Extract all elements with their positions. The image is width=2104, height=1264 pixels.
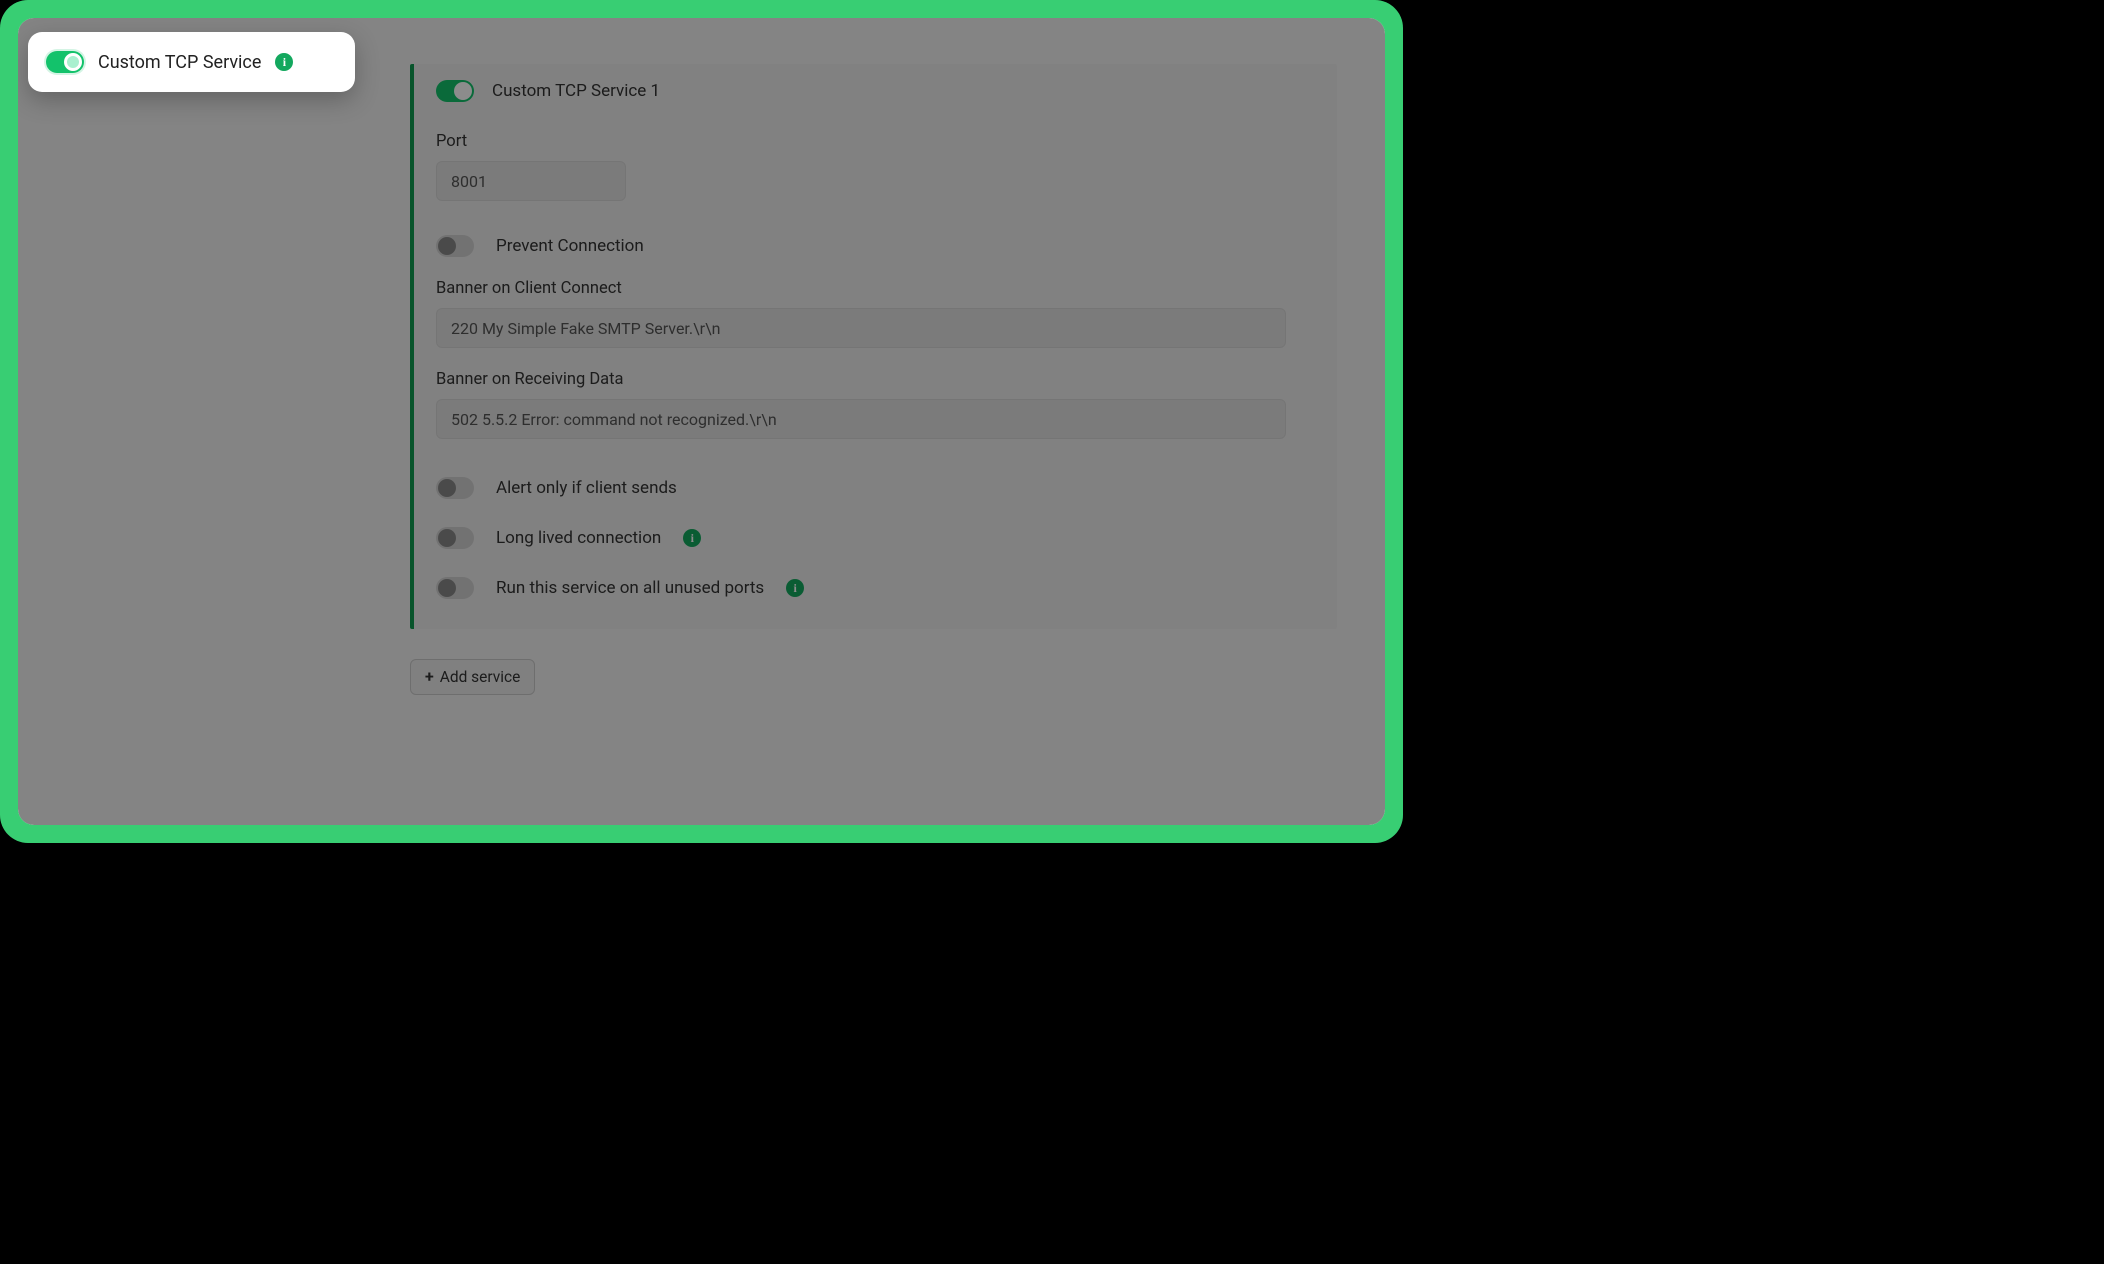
banner-receive-input[interactable]: 502 5.5.2 Error: command not recognized.… [436,399,1286,439]
service-block: Custom TCP Service 1 Port 8001 Prevent C… [410,64,1337,629]
run-all-unused-toggle[interactable] [436,577,474,599]
banner-connect-input[interactable]: 220 My Simple Fake SMTP Server.\r\n [436,308,1286,348]
info-icon[interactable] [275,53,293,71]
custom-tcp-toggle[interactable] [46,51,84,73]
prevent-connection-row: Prevent Connection [436,235,1315,257]
long-lived-label: Long lived connection [496,528,661,548]
add-service-label: Add service [440,668,521,686]
service-header-row: Custom TCP Service 1 [436,80,1315,102]
run-all-unused-row: Run this service on all unused ports [436,577,1315,599]
info-icon[interactable] [683,529,701,547]
add-service-button[interactable]: + Add service [410,659,535,695]
port-input[interactable]: 8001 [436,161,626,201]
plus-icon: + [425,669,434,685]
banner-connect-label: Banner on Client Connect [436,279,1315,298]
banner-receive-label: Banner on Receiving Data [436,370,1315,389]
alert-only-row: Alert only if client sends [436,477,1315,499]
service-enable-toggle[interactable] [436,80,474,102]
port-label: Port [436,132,1315,151]
main-content: Custom TCP Service 1 Port 8001 Prevent C… [410,64,1337,805]
highlight-card: Custom TCP Service [28,32,355,92]
long-lived-row: Long lived connection [436,527,1315,549]
run-all-unused-label: Run this service on all unused ports [496,578,764,598]
alert-only-toggle[interactable] [436,477,474,499]
banner-receive-value: 502 5.5.2 Error: command not recognized.… [451,410,777,429]
port-value: 8001 [451,172,487,191]
info-icon[interactable] [786,579,804,597]
service-header-label: Custom TCP Service 1 [492,81,660,101]
banner-connect-value: 220 My Simple Fake SMTP Server.\r\n [451,319,721,338]
alert-only-label: Alert only if client sends [496,478,677,498]
prevent-connection-label: Prevent Connection [496,236,644,256]
prevent-connection-toggle[interactable] [436,235,474,257]
custom-tcp-label: Custom TCP Service [98,52,261,73]
long-lived-toggle[interactable] [436,527,474,549]
